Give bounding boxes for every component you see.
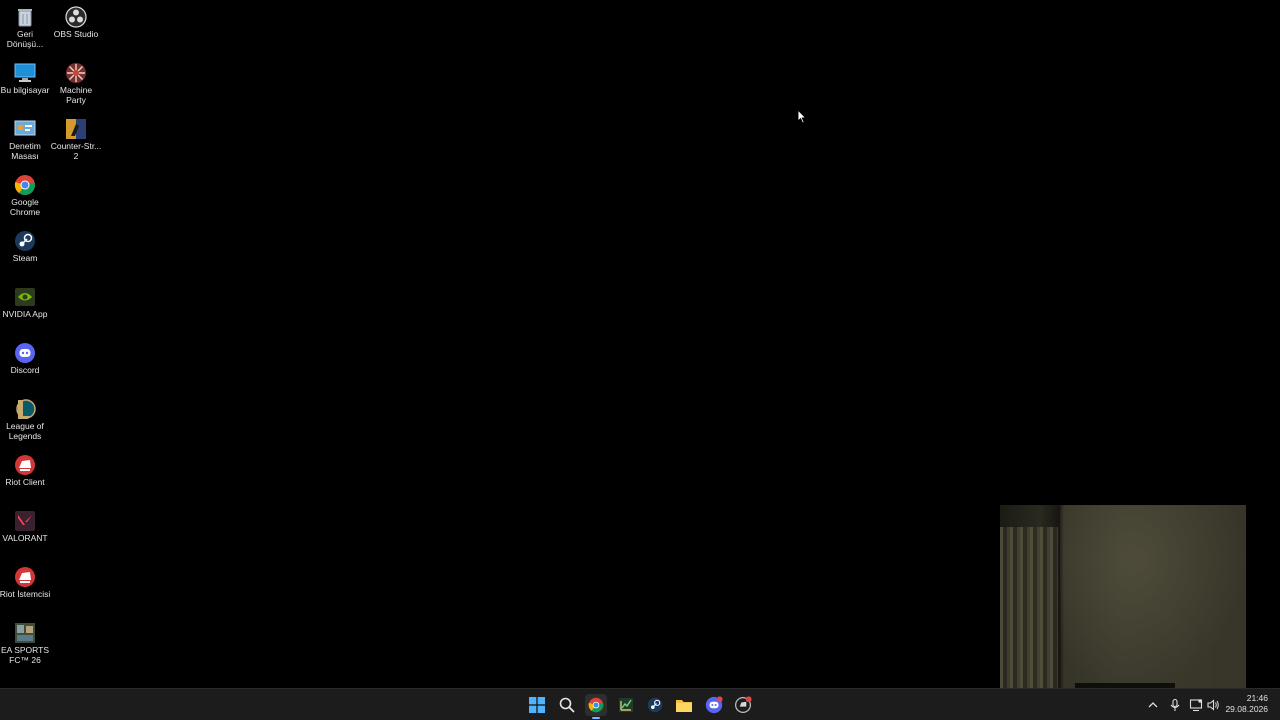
riot-client-icon: [735, 696, 752, 713]
taskbar-start-button[interactable]: [526, 694, 548, 716]
valorant-icon: [14, 510, 36, 532]
taskbar-chrome-button[interactable]: [585, 694, 607, 719]
desktop-icon-counter-strike[interactable]: Counter-Str... 2: [50, 114, 102, 161]
mouse-cursor-icon: [797, 108, 807, 129]
taskbar-riot-client-button[interactable]: [732, 694, 754, 716]
taskbar-stocks-button[interactable]: [615, 694, 637, 716]
desktop-icon-ea-fc[interactable]: EA SPORTS FC™ 26: [0, 618, 51, 665]
desktop-icon-riot-client[interactable]: Riot Client: [0, 450, 51, 487]
webcam-wall: [1060, 505, 1246, 688]
desktop-icon-label: Riot İstemcisi: [0, 589, 51, 599]
microphone-icon[interactable]: [1168, 698, 1182, 712]
search-icon: [559, 697, 575, 713]
desktop-icon-label: Google Chrome: [9, 197, 41, 217]
desktop-icon-label: Counter-Str... 2: [50, 141, 102, 161]
taskbar-steam-button[interactable]: [644, 694, 666, 716]
machine-party-icon: [65, 62, 87, 84]
active-indicator: [592, 717, 600, 719]
discord-icon: [705, 696, 723, 714]
taskbar-file-explorer-button[interactable]: [673, 694, 695, 716]
network-icon[interactable]: [1189, 698, 1203, 712]
webcam-curtain: [1000, 527, 1058, 688]
desktop-icon-label: VALORANT: [2, 533, 48, 543]
riot-client-icon: [14, 454, 36, 476]
system-tray: [1146, 689, 1220, 720]
desktop-icon-label: EA SPORTS FC™ 26: [0, 645, 50, 665]
desktop-icon-label: Discord: [10, 365, 40, 375]
desktop-icon-label: Bu bilgisayar: [0, 85, 50, 95]
desktop-icon-label: Geri Dönüşü...: [6, 29, 44, 49]
recycle-bin-icon: [14, 6, 36, 28]
discord-icon: [14, 342, 36, 364]
taskbar-clock[interactable]: 21:46 29.08.2026: [1224, 693, 1268, 715]
desktop-icon-label: Steam: [12, 253, 38, 263]
riot-istemcisi-icon: [14, 566, 36, 588]
steam-icon: [647, 697, 663, 713]
stocks-icon: [619, 698, 633, 712]
steam-icon: [14, 230, 36, 252]
desktop-icon-label: OBS Studio: [53, 29, 99, 39]
control-panel-icon: [14, 118, 36, 140]
webcam-preview: [1000, 505, 1246, 688]
desktop-icon-recycle-bin[interactable]: Geri Dönüşü...: [0, 2, 51, 49]
desktop-icon-label: Riot Client: [5, 477, 45, 487]
start-icon: [529, 697, 545, 713]
clock-time: 21:46: [1246, 693, 1268, 703]
chevron-up-icon[interactable]: [1146, 698, 1160, 712]
desktop-icon-discord[interactable]: Discord: [0, 338, 51, 375]
desktop-icon-computer[interactable]: Bu bilgisayar: [0, 58, 51, 95]
desktop-icon-label: NVIDIA App: [2, 309, 48, 319]
desktop-icon-machine-party[interactable]: Machine Party: [50, 58, 102, 105]
desktop-icon-valorant[interactable]: VALORANT: [0, 506, 51, 543]
nvidia-icon: [14, 286, 36, 308]
clock-date: 29.08.2026: [1225, 704, 1268, 714]
desktop-icon-control-panel[interactable]: Denetim Masası: [0, 114, 51, 161]
desktop-icon-nvidia[interactable]: NVIDIA App: [0, 282, 51, 319]
ea-fc-icon: [14, 622, 36, 644]
taskbar: 21:46 29.08.2026: [0, 688, 1280, 720]
league-icon: [14, 398, 36, 420]
taskbar-discord-button[interactable]: [703, 694, 725, 716]
desktop-icon-label: League of Legends: [6, 421, 44, 441]
desktop-icon-riot-istemcisi[interactable]: Riot İstemcisi: [0, 562, 51, 599]
desktop-icon-steam[interactable]: Steam: [0, 226, 51, 263]
volume-icon[interactable]: [1206, 698, 1220, 712]
desktop-icon-league[interactable]: League of Legends: [0, 394, 51, 441]
desktop-icon-label: Machine Party: [59, 85, 93, 105]
desktop-icon-chrome[interactable]: Google Chrome: [0, 170, 51, 217]
desktop-icon-obs[interactable]: OBS Studio: [50, 2, 102, 39]
computer-icon: [14, 62, 36, 84]
counter-strike-icon: [65, 118, 87, 140]
taskbar-search-button[interactable]: [556, 694, 578, 716]
file-explorer-icon: [676, 700, 692, 712]
obs-icon: [65, 6, 87, 28]
chrome-icon: [14, 174, 36, 196]
desktop-icon-label: Denetim Masası: [9, 141, 41, 161]
chrome-icon: [588, 697, 604, 713]
